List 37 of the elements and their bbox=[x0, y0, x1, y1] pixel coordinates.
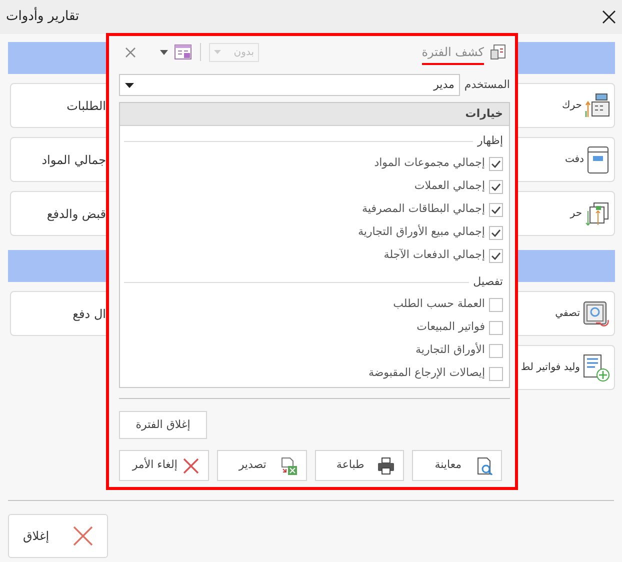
report-icon bbox=[490, 44, 506, 60]
checkmark-icon bbox=[491, 228, 501, 236]
safe-icon bbox=[582, 300, 610, 328]
cash-register-icon bbox=[584, 92, 610, 118]
action-button[interactable]: معاينة bbox=[412, 450, 502, 481]
spreadsheet-export-icon bbox=[280, 456, 298, 474]
card-label: دفت bbox=[564, 153, 584, 167]
printer-icon bbox=[377, 456, 396, 474]
action-button[interactable]: إلغاء الأمر bbox=[119, 450, 209, 481]
cancel-icon bbox=[182, 456, 200, 474]
action-button[interactable]: طباعة bbox=[314, 450, 404, 481]
transfer-icon bbox=[584, 200, 610, 226]
card-label: تصفي bbox=[555, 307, 580, 321]
caret-icon[interactable] bbox=[160, 50, 168, 54]
close-icon[interactable] bbox=[602, 10, 616, 24]
window-title: تقارير وأدوات bbox=[6, 7, 80, 26]
card-label: وليد فواتير لط bbox=[520, 361, 580, 375]
card-label: حرك bbox=[562, 99, 582, 113]
checkmark-icon bbox=[491, 182, 501, 190]
option-checkbox[interactable]: إجمالي الدفعات الآجلة bbox=[384, 244, 503, 267]
invoice-add-icon bbox=[582, 354, 610, 382]
action-button[interactable]: تصدير bbox=[216, 450, 306, 481]
checkmark-icon bbox=[491, 206, 501, 214]
card-label: حر bbox=[570, 207, 582, 221]
checkmark-icon bbox=[491, 160, 501, 168]
caret-icon bbox=[214, 50, 221, 54]
preview-icon bbox=[475, 456, 493, 474]
close-button[interactable]: إغلاق bbox=[8, 514, 108, 558]
calendar-icon[interactable] bbox=[174, 44, 192, 60]
checkmark-icon bbox=[491, 252, 501, 260]
close-period-button[interactable]: إغلاق الفترة bbox=[119, 411, 207, 439]
group-label: تفصيل bbox=[473, 274, 503, 290]
dialog-title: كشف الفترة bbox=[422, 43, 484, 65]
cancel-icon bbox=[73, 526, 93, 546]
user-dropdown[interactable]: مدير bbox=[119, 74, 460, 96]
caret-icon bbox=[125, 82, 134, 88]
ledger-icon bbox=[586, 146, 610, 174]
